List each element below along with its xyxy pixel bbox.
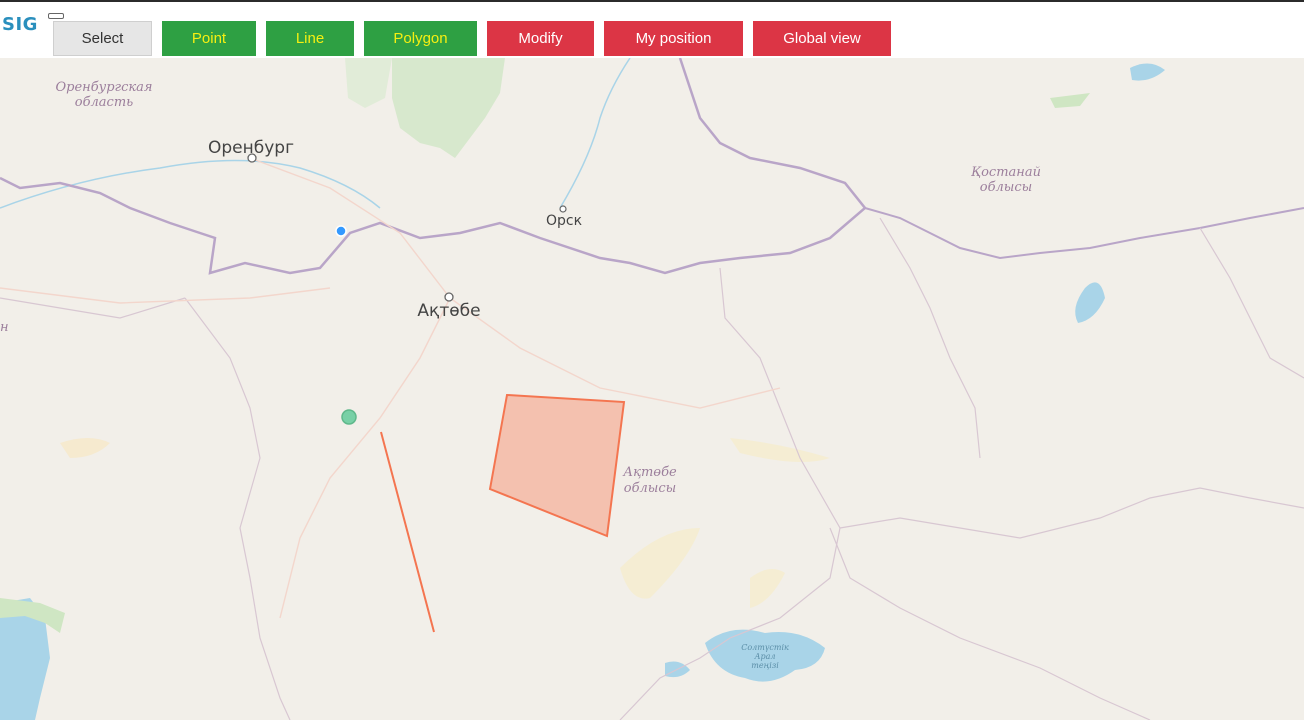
app-title: SIG bbox=[2, 14, 38, 35]
aktobe-city-label: Ақтөбе bbox=[417, 301, 480, 321]
toolbar: SIG Select Point Line Polygon Modify My … bbox=[0, 2, 1304, 58]
global-view-button[interactable]: Global view bbox=[753, 21, 891, 56]
my-position-marker bbox=[335, 225, 347, 237]
aral-sea-label: Арал bbox=[753, 652, 775, 661]
point-button[interactable]: Point bbox=[162, 21, 256, 56]
aktobe-region-label: Ақтөбе bbox=[622, 465, 677, 480]
aktobe-region-label: облысы bbox=[624, 481, 677, 496]
kostanay-region-label: облысы bbox=[980, 180, 1033, 195]
orenburg-city-label: Оренбург bbox=[208, 138, 294, 158]
kostanay-region-label: Қостанай bbox=[971, 165, 1041, 180]
orsk-city-dot bbox=[559, 205, 567, 213]
aral-sea-label: Солтүстік bbox=[741, 643, 789, 652]
line-button[interactable]: Line bbox=[266, 21, 354, 56]
map-view[interactable]: Оренбургская область Оренбург Орск Ақтөб… bbox=[0, 58, 1304, 720]
orsk-city-label: Орск bbox=[546, 213, 582, 229]
select-button[interactable]: Select bbox=[53, 21, 152, 56]
collapse-toggle[interactable] bbox=[48, 13, 64, 19]
orenburg-region-label: область bbox=[75, 95, 133, 110]
aral-sea-label: теңізі bbox=[751, 661, 779, 670]
aktobe-city-dot bbox=[444, 292, 454, 302]
modify-button[interactable]: Modify bbox=[487, 21, 594, 56]
drawn-point[interactable] bbox=[341, 409, 357, 425]
partial-region-label: н bbox=[0, 320, 9, 335]
orenburg-region-label: Оренбургская bbox=[55, 80, 152, 95]
polygon-button[interactable]: Polygon bbox=[364, 21, 477, 56]
map-canvas[interactable]: Оренбургская область Оренбург Орск Ақтөб… bbox=[0, 58, 1304, 720]
map-land bbox=[0, 58, 1304, 720]
my-position-button[interactable]: My position bbox=[604, 21, 743, 56]
